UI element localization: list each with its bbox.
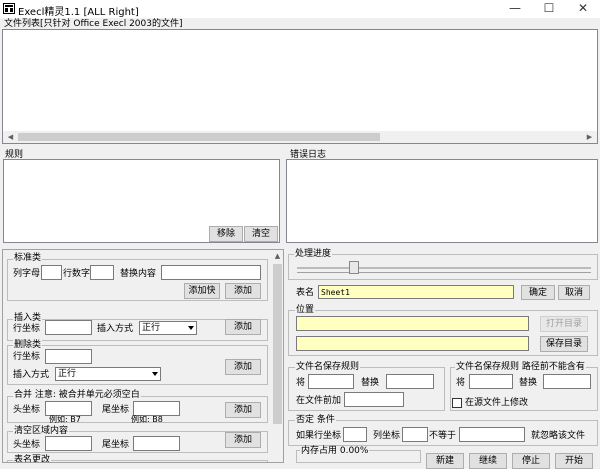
scroll-right-icon[interactable]: ▶	[582, 131, 597, 143]
new-button[interactable]: 新建	[426, 453, 464, 469]
clear-tail-label: 尾坐标	[102, 440, 130, 450]
column-letter-label: 列字母	[13, 269, 41, 279]
deny-col-input[interactable]	[402, 427, 428, 442]
clear-tail-input[interactable]	[133, 436, 180, 451]
deny-row-input[interactable]	[343, 427, 367, 442]
sheet-cancel-button[interactable]: 取消	[558, 285, 590, 300]
deny-if-row-label: 如果行坐标	[296, 431, 342, 441]
add-fast-button[interactable]: 添加快	[184, 283, 220, 299]
save-rule2-to-input[interactable]	[543, 374, 591, 389]
replace-content-input[interactable]	[161, 265, 261, 280]
sheet-name-label: 表名	[296, 288, 315, 298]
rule-editor-panel: ▲ 标准类 列字母 行数字 替换内容 添加快 添加 插入类 行坐标 插入方式 正…	[2, 249, 284, 463]
scroll-thumb[interactable]	[18, 133, 380, 141]
progress-track[interactable]	[297, 261, 591, 274]
save-rule-from-input[interactable]	[308, 374, 354, 389]
save-rule-will-label: 将	[296, 378, 306, 388]
sheet-name-input[interactable]: Sheet1	[318, 285, 514, 299]
chevron-down-icon	[152, 372, 158, 376]
save-rule-to-input[interactable]	[386, 374, 434, 389]
row-number-label: 行数字	[63, 269, 91, 279]
modify-source-label: 在源文件上修改	[465, 398, 529, 408]
insert-mode-label: 插入方式	[97, 324, 134, 334]
save-rule-label: 文件名保存规则	[295, 362, 361, 372]
insert-mode-select[interactable]: 正行	[139, 321, 197, 335]
save-rule2-will-label: 将	[456, 378, 466, 388]
error-log[interactable]	[286, 159, 598, 243]
scroll-up-icon[interactable]: ▲	[271, 250, 283, 262]
deny-not-equal-label: 不等于	[429, 431, 457, 441]
standard-label: 标准类	[13, 253, 43, 263]
insert-label: 插入类	[13, 313, 43, 323]
sheet-rename-label: 表名更改	[13, 455, 52, 463]
deny-value-input[interactable]	[459, 427, 525, 442]
file-list-hscrollbar[interactable]: ◀ ▶	[3, 131, 597, 143]
insert-row-coord-input[interactable]	[45, 320, 92, 335]
clear-head-label: 头坐标	[13, 440, 41, 450]
deny-col-label: 列坐标	[373, 431, 401, 441]
delete-mode-select[interactable]: 正行	[55, 367, 161, 381]
prefix-input[interactable]	[344, 392, 404, 407]
deny-label: 否定 条件	[295, 415, 336, 425]
chevron-down-icon	[188, 326, 194, 330]
save-dir-button[interactable]: 保存目录	[540, 336, 588, 352]
row-number-input[interactable]	[90, 265, 114, 280]
start-button[interactable]: 开始	[555, 453, 593, 469]
location-label: 位置	[295, 305, 316, 315]
replace-content-label: 替换内容	[120, 269, 157, 279]
clear-head-input[interactable]	[45, 436, 92, 451]
save-dir-input[interactable]	[296, 336, 529, 351]
maximize-button[interactable]: ☐	[532, 0, 566, 18]
modify-source-checkbox[interactable]	[452, 398, 462, 408]
merge-add-button[interactable]: 添加	[225, 402, 261, 418]
delete-label: 删除类	[13, 340, 43, 350]
delete-row-coord-input[interactable]	[45, 349, 92, 364]
save-rule2-from-input[interactable]	[469, 374, 513, 389]
memory-label: 内存占用 0.00%	[300, 446, 370, 456]
remove-rule-button[interactable]: 移除	[209, 226, 243, 242]
insert-add-button[interactable]: 添加	[225, 319, 261, 335]
rule-editor-vscrollbar[interactable]: ▲	[271, 250, 283, 462]
standard-add-button[interactable]: 添加	[225, 283, 261, 299]
delete-mode-value: 正行	[58, 369, 77, 379]
window-title: Execl精灵1.1 [ALL Right]	[18, 7, 139, 18]
clear-area-add-button[interactable]: 添加	[225, 432, 261, 448]
merge-label: 合并 注意: 被合并单元必须空白	[13, 390, 141, 400]
stop-button[interactable]: 停止	[512, 453, 550, 469]
delete-add-button[interactable]: 添加	[225, 359, 261, 375]
deny-skip-label: 就忽略该文件	[531, 431, 586, 441]
delete-row-coord-label: 行坐标	[13, 352, 41, 362]
scroll-left-icon[interactable]: ◀	[3, 131, 18, 143]
open-dir-button[interactable]: 打开目录	[540, 316, 588, 332]
merge-head-example: 例如: B7	[49, 415, 81, 424]
file-list[interactable]	[2, 29, 598, 144]
insert-mode-value: 正行	[142, 323, 161, 333]
progress-line	[297, 267, 591, 269]
save-rule-replace-label: 替换	[361, 378, 380, 388]
progress-label: 处理进度	[294, 249, 333, 259]
minimize-button[interactable]: —	[498, 0, 532, 18]
save-rule2-replace-label: 替换	[519, 378, 538, 388]
insert-row-coord-label: 行坐标	[13, 324, 41, 334]
merge-tail-label: 尾坐标	[102, 405, 130, 415]
close-button[interactable]: ✕	[566, 0, 600, 18]
clear-area-label: 清空区域内容	[13, 426, 70, 436]
continue-button[interactable]: 继续	[469, 453, 507, 469]
column-letter-input[interactable]	[41, 265, 62, 280]
clear-rules-button[interactable]: 清空	[244, 226, 278, 242]
delete-mode-label: 插入方式	[13, 370, 50, 380]
progress-slider-thumb[interactable]	[349, 261, 359, 274]
save-rule2-label: 文件名保存规则 路径前不能含有	[455, 362, 586, 372]
app-icon	[3, 3, 15, 14]
prefix-label: 在文件前加	[296, 396, 342, 406]
sheet-ok-button[interactable]: 确定	[521, 285, 555, 300]
vscroll-thumb[interactable]	[273, 264, 282, 424]
merge-head-label: 头坐标	[13, 405, 41, 415]
merge-tail-example: 例如: B8	[131, 415, 163, 424]
open-dir-input[interactable]	[296, 316, 529, 331]
